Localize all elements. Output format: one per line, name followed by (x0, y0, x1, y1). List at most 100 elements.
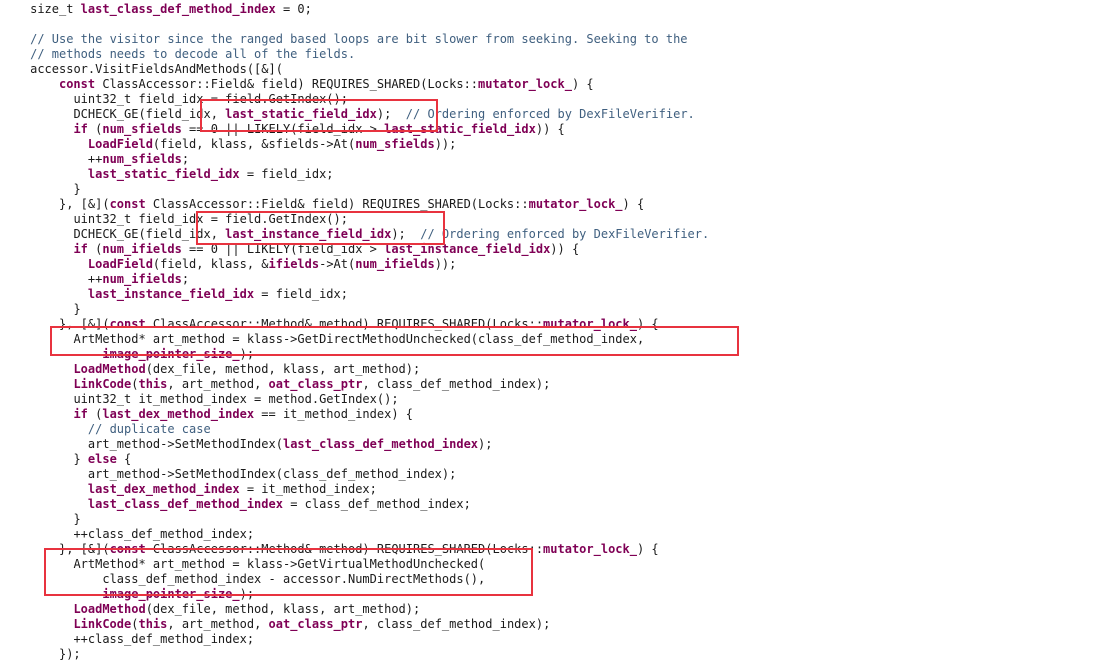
code-line: LoadMethod(dex_file, method, klass, art_… (1, 602, 420, 617)
code-token: LoadMethod (73, 362, 146, 376)
highlight-last-static-field-idx (200, 99, 438, 132)
code-token: , class_def_method_index); (362, 377, 551, 391)
code-token: , art_method, (167, 617, 269, 631)
code-line: last_class_def_method_index = class_def_… (1, 497, 471, 512)
code-token: // methods needs to decode all of the fi… (30, 47, 356, 61)
code-token: ->At( (319, 257, 356, 271)
code-line: ++num_ifields; (1, 272, 189, 287)
code-token: num_ifields (102, 242, 182, 256)
code-token: size_t (30, 2, 81, 16)
code-line: } (1, 512, 80, 527)
code-token: ) { (636, 542, 659, 556)
code-line: ++num_sfields; (1, 152, 189, 167)
code-line: last_dex_method_index = it_method_index; (1, 482, 377, 497)
highlight-get-virtual-method (44, 548, 533, 596)
code-token: )) { (535, 122, 565, 136)
code-line: // duplicate case (1, 422, 211, 437)
code-token: } (73, 452, 88, 466)
code-token: ( (87, 122, 103, 136)
code-token: oat_class_ptr (268, 617, 363, 631)
code-token: , art_method, (167, 377, 269, 391)
code-line: accessor.VisitFieldsAndMethods([&]( (1, 62, 283, 77)
code-token: num_sfields (355, 137, 435, 151)
code-token: == it_method_index) { (254, 407, 414, 421)
code-token: ClassAccessor::Field& field) REQUIRES_SH… (145, 197, 529, 211)
code-token: (field, klass, & (152, 257, 269, 271)
code-token: num_sfields (102, 122, 182, 136)
code-token: = field_idx; (254, 287, 348, 301)
code-token: = 0; (275, 2, 312, 16)
code-token: ; (181, 152, 190, 166)
code-token: oat_class_ptr (268, 377, 363, 391)
code-token: ++ (87, 272, 103, 286)
code-line: ++class_def_method_index; (1, 527, 254, 542)
code-token: ++class_def_method_index; (73, 527, 255, 541)
code-token: ++class_def_method_index; (73, 632, 255, 646)
code-token: ++ (87, 152, 103, 166)
code-token: }); (58, 647, 81, 661)
code-token: (dex_file, method, klass, art_method); (145, 602, 421, 616)
code-editor[interactable]: size_t last_class_def_method_index = 0; … (0, 0, 1107, 667)
code-line: if (last_dex_method_index == it_method_i… (1, 407, 413, 422)
code-token: last_class_def_method_index (80, 2, 276, 16)
code-token: // Ordering enforced by DexFileVerifier. (405, 107, 695, 121)
code-token: last_static_field_idx (87, 167, 240, 181)
code-token: LinkCode (73, 617, 132, 631)
code-line: LinkCode(this, art_method, oat_class_ptr… (1, 377, 550, 392)
code-token: last_dex_method_index (102, 407, 255, 421)
code-token: { (116, 452, 132, 466)
code-line: LoadField(field, klass, &ifields->At(num… (1, 257, 457, 272)
code-token: last_class_def_method_index (282, 437, 479, 451)
code-token: ( (87, 242, 103, 256)
code-line: } (1, 302, 80, 317)
code-token: ifields (268, 257, 320, 271)
code-token: (field, klass, &sfields->At( (152, 137, 356, 151)
code-token: // duplicate case (87, 422, 211, 436)
code-line: LoadField(field, klass, &sfields->At(num… (1, 137, 457, 152)
code-line: size_t last_class_def_method_index = 0; (1, 2, 312, 17)
code-token: LoadField (87, 137, 153, 151)
code-token: this (138, 377, 168, 391)
code-token: mutator_lock_ (478, 77, 572, 91)
code-token: mutator_lock_ (543, 542, 637, 556)
code-token: mutator_lock_ (528, 197, 623, 211)
code-token: }, [&]( (58, 197, 110, 211)
code-token: } (73, 302, 81, 316)
code-line: }); (1, 647, 81, 662)
code-token: last_instance_field_idx (87, 287, 255, 301)
code-token: = class_def_method_index; (282, 497, 471, 511)
code-token: if (73, 407, 88, 421)
code-token: num_sfields (102, 152, 182, 166)
code-token: num_ifields (102, 272, 182, 286)
code-token: last_class_def_method_index (87, 497, 283, 511)
code-line: ++class_def_method_index; (1, 632, 254, 647)
code-token: else (87, 452, 117, 466)
code-token: const (58, 77, 96, 91)
code-token: = it_method_index; (239, 482, 377, 496)
code-token: (dex_file, method, klass, art_method); (145, 362, 421, 376)
code-token: = field_idx; (239, 167, 334, 181)
code-token: ; (181, 272, 190, 286)
code-token: , class_def_method_index); (362, 617, 551, 631)
code-token: ) { (571, 77, 594, 91)
highlight-get-direct-method (50, 326, 739, 356)
code-token: } (73, 182, 81, 196)
code-token: this (138, 617, 168, 631)
